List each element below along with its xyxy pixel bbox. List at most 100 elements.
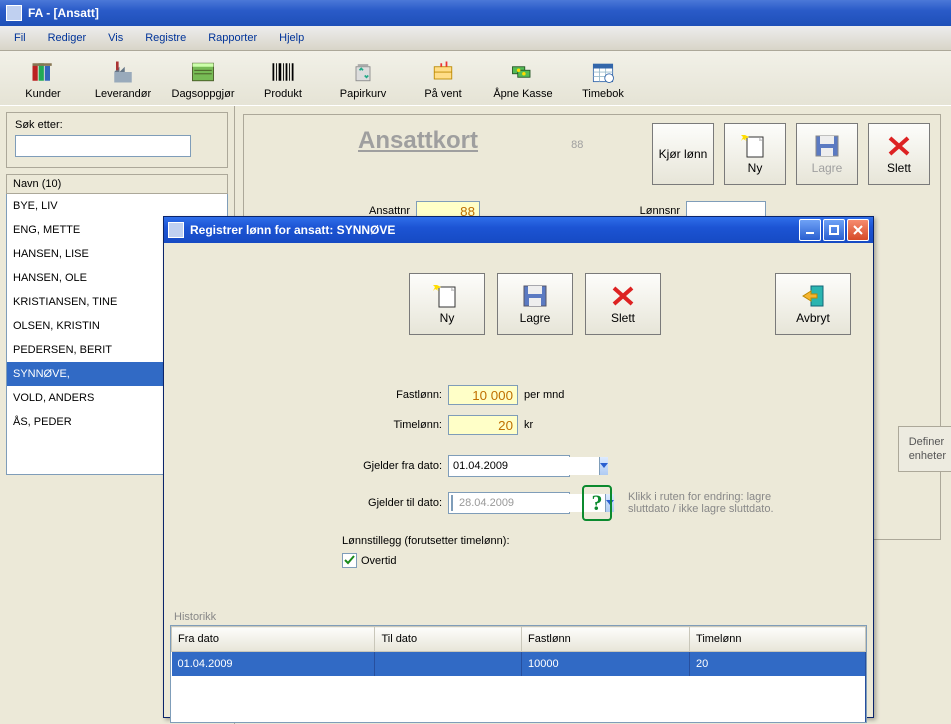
menu-vis[interactable]: Vis bbox=[98, 28, 133, 48]
button-label: Ny bbox=[440, 311, 455, 325]
floppy-icon bbox=[521, 283, 549, 309]
menu-rapporter[interactable]: Rapporter bbox=[198, 28, 267, 48]
fra-dato-label: Gjelder fra dato: bbox=[342, 460, 442, 472]
minimize-button[interactable] bbox=[799, 219, 821, 241]
app-title: FA - [Ansatt] bbox=[28, 6, 99, 20]
col-fast[interactable]: Fastlønn bbox=[522, 627, 690, 652]
tool-produkt[interactable]: Produkt bbox=[244, 53, 322, 105]
col-time[interactable]: Timelønn bbox=[690, 627, 866, 652]
history-label: Historikk bbox=[170, 609, 867, 625]
list-item[interactable]: BYE, LIV bbox=[7, 194, 227, 218]
help-icon[interactable]: ? bbox=[582, 485, 612, 521]
button-label: Avbryt bbox=[796, 311, 830, 325]
ledger-icon bbox=[189, 58, 217, 86]
dialog-toolbar: Ny Lagre Slett Avbryt bbox=[409, 273, 851, 335]
barcode-icon bbox=[269, 58, 297, 86]
menu-rediger[interactable]: Rediger bbox=[38, 28, 97, 48]
save-button[interactable]: Lagre bbox=[796, 123, 858, 185]
menu-hjelp[interactable]: Hjelp bbox=[269, 28, 314, 48]
tool-label: På vent bbox=[424, 88, 461, 100]
dlg-save-button[interactable]: Lagre bbox=[497, 273, 573, 335]
timelonn-unit: kr bbox=[524, 419, 533, 431]
dialog-titlebar[interactable]: Registrer lønn for ansatt: SYNNØVE bbox=[164, 217, 873, 243]
timelonn-input[interactable] bbox=[448, 415, 518, 435]
menu-registre[interactable]: Registre bbox=[135, 28, 196, 48]
dialog-title: Registrer lønn for ansatt: SYNNØVE bbox=[190, 223, 799, 237]
fastlonn-input[interactable] bbox=[448, 385, 518, 405]
col-til[interactable]: Til dato bbox=[375, 627, 522, 652]
new-doc-icon bbox=[741, 133, 769, 159]
dialog-body: Ny Lagre Slett Avbryt Fastlønn: per mnd … bbox=[164, 243, 873, 717]
fra-dato-input[interactable] bbox=[449, 457, 599, 475]
menu-bar: Fil Rediger Vis Registre Rapporter Hjelp bbox=[0, 26, 951, 51]
history-grid[interactable]: Fra dato Til dato Fastlønn Timelønn 01.0… bbox=[170, 625, 867, 723]
button-label: Slett bbox=[887, 161, 911, 175]
til-dato-label: Gjelder til dato: bbox=[342, 497, 442, 509]
card-title: Ansattkort bbox=[358, 127, 478, 155]
tool-timebok[interactable]: Timebok bbox=[564, 53, 642, 105]
register-salary-dialog: Registrer lønn for ansatt: SYNNØVE Ny La… bbox=[163, 216, 874, 718]
main-titlebar: FA - [Ansatt] bbox=[0, 0, 951, 26]
x-icon bbox=[885, 133, 913, 159]
search-label: Søk etter: bbox=[15, 119, 219, 131]
main-toolbar: Kunder Leverandør Dagsoppgjør Produkt Pa… bbox=[0, 51, 951, 107]
overtid-label: Overtid bbox=[361, 555, 396, 567]
tool-kunder[interactable]: Kunder bbox=[4, 53, 82, 105]
dialog-icon bbox=[168, 222, 184, 238]
new-doc-icon bbox=[433, 283, 461, 309]
tool-label: Leverandør bbox=[95, 88, 151, 100]
til-dato-picker[interactable] bbox=[448, 492, 570, 514]
exit-door-icon bbox=[799, 283, 827, 309]
button-label: Lagre bbox=[520, 311, 551, 325]
cash-icon bbox=[509, 58, 537, 86]
table-row[interactable]: 01.04.2009 10000 20 bbox=[172, 652, 866, 677]
search-box: Søk etter: bbox=[6, 112, 228, 168]
button-label: Ny bbox=[748, 161, 763, 175]
close-button[interactable] bbox=[847, 219, 869, 241]
button-label: Lagre bbox=[812, 161, 843, 175]
fra-dato-picker[interactable] bbox=[448, 455, 570, 477]
dlg-new-button[interactable]: Ny bbox=[409, 273, 485, 335]
col-fra[interactable]: Fra dato bbox=[172, 627, 375, 652]
tool-label: Produkt bbox=[264, 88, 302, 100]
define-units-button[interactable]: Definer enheter bbox=[898, 426, 951, 472]
tool-apnekasse[interactable]: Åpne Kasse bbox=[484, 53, 562, 105]
card-subid: 88 bbox=[571, 139, 583, 151]
dlg-cancel-button[interactable]: Avbryt bbox=[775, 273, 851, 335]
tillegg-label: Lønnstillegg (forutsetter timelønn): bbox=[342, 535, 510, 547]
tool-label: Dagsoppgjør bbox=[172, 88, 235, 100]
dlg-delete-button[interactable]: Slett bbox=[585, 273, 661, 335]
table-empty bbox=[172, 676, 866, 722]
delete-button[interactable]: Slett bbox=[868, 123, 930, 185]
floppy-icon bbox=[813, 133, 841, 159]
tool-dagsoppgjor[interactable]: Dagsoppgjør bbox=[164, 53, 242, 105]
overtid-checkbox[interactable] bbox=[342, 553, 357, 568]
run-payroll-button[interactable]: Kjør lønn bbox=[652, 123, 714, 185]
x-icon bbox=[609, 283, 637, 309]
history-section: Historikk Fra dato Til dato Fastlønn Tim… bbox=[170, 609, 867, 711]
tool-leverandor[interactable]: Leverandør bbox=[84, 53, 162, 105]
books-icon bbox=[29, 58, 57, 86]
timelonn-label: Timelønn: bbox=[372, 419, 442, 431]
tool-label: Kunder bbox=[25, 88, 60, 100]
hint-text: Klikk i ruten for endring: lagre sluttda… bbox=[628, 491, 808, 515]
fastlonn-unit: per mnd bbox=[524, 389, 564, 401]
list-header: Navn (10) bbox=[6, 174, 228, 194]
factory-icon bbox=[109, 58, 137, 86]
calendar-icon bbox=[589, 58, 617, 86]
menu-fil[interactable]: Fil bbox=[4, 28, 36, 48]
search-input[interactable] bbox=[15, 135, 191, 157]
tool-pavent[interactable]: På vent bbox=[404, 53, 482, 105]
til-dato-checkbox[interactable] bbox=[451, 495, 453, 511]
chevron-down-icon[interactable] bbox=[599, 457, 608, 475]
button-label: Slett bbox=[611, 311, 635, 325]
app-icon bbox=[6, 5, 22, 21]
tool-label: Timebok bbox=[582, 88, 624, 100]
pending-icon bbox=[429, 58, 457, 86]
recycle-icon bbox=[349, 58, 377, 86]
maximize-button[interactable] bbox=[823, 219, 845, 241]
new-button[interactable]: Ny bbox=[724, 123, 786, 185]
button-label: Kjør lønn bbox=[659, 147, 708, 161]
fastlonn-label: Fastlønn: bbox=[372, 389, 442, 401]
tool-papirkurv[interactable]: Papirkurv bbox=[324, 53, 402, 105]
